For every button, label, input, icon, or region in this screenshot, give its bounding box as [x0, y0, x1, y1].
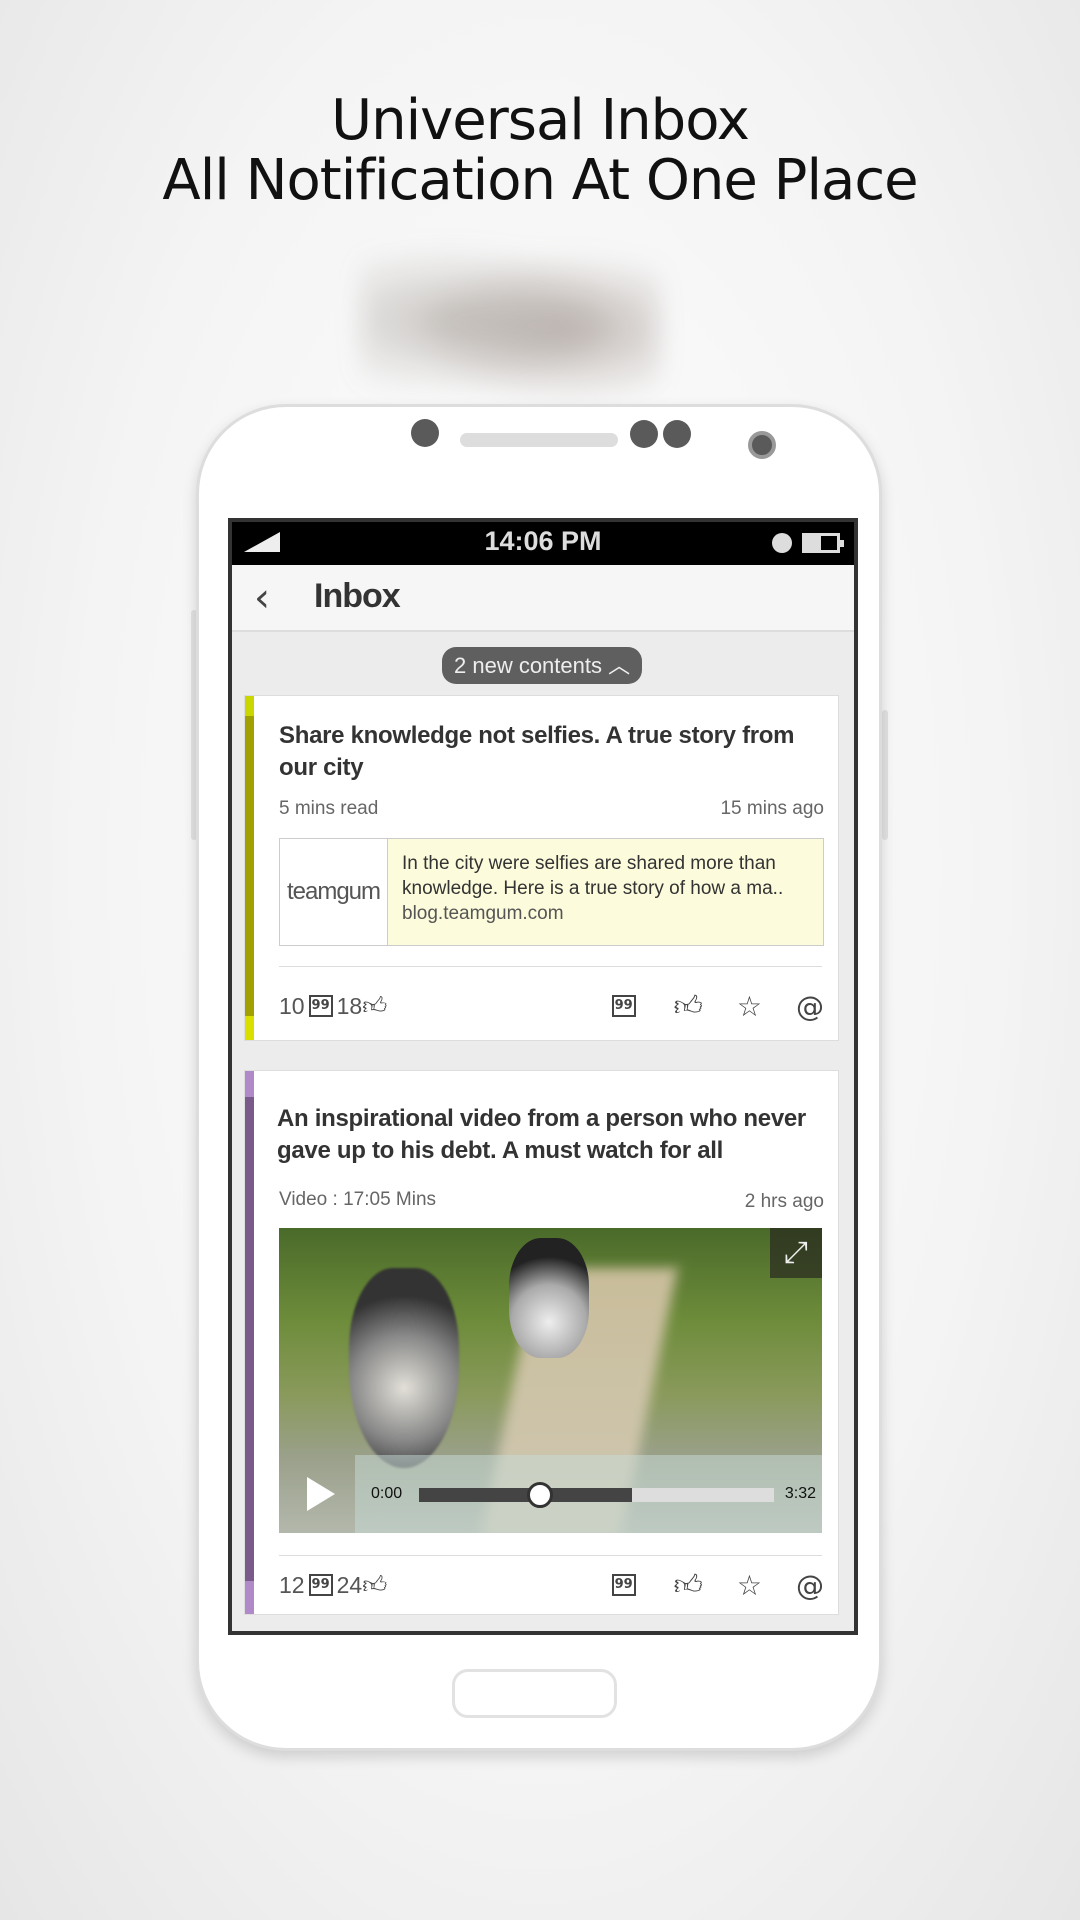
- card-accent: [245, 696, 254, 1040]
- video-duration: Video : 17:05 Mins: [279, 1189, 437, 1210]
- new-contents-label: 2 new contents: [454, 653, 602, 678]
- status-bar: 14:06 PM: [232, 522, 854, 565]
- page-title: Inbox: [314, 577, 401, 615]
- chevron-left-icon[interactable]: ‹: [254, 575, 270, 621]
- sensor-dot: [630, 420, 658, 448]
- seek-thumb[interactable]: [526, 1482, 553, 1508]
- comment-button[interactable]: 99: [611, 1574, 636, 1596]
- teamgum-logo: teamgum: [280, 839, 388, 945]
- progress-fill: [419, 1488, 632, 1502]
- current-time: 0:00: [371, 1485, 403, 1502]
- star-button[interactable]: ☆: [737, 1569, 762, 1602]
- comment-count: 12: [279, 1571, 305, 1598]
- video-frame: [349, 1268, 459, 1468]
- thumbs-up-icon: 👍︎: [362, 1570, 388, 1599]
- link-domain: blog.teamgum.com: [402, 903, 564, 924]
- list-item[interactable]: An inspirational video from a person who…: [244, 1070, 839, 1615]
- link-description: In the city were selfies are shared more…: [402, 853, 784, 899]
- fullscreen-icon[interactable]: ⤢: [770, 1228, 822, 1278]
- new-contents-button[interactable]: 2 new contents ︿: [442, 647, 643, 684]
- comment-count: 10: [279, 992, 305, 1019]
- card-accent: [245, 1071, 254, 1614]
- play-icon: [307, 1477, 335, 1511]
- link-preview[interactable]: teamgum In the city were selfies are sha…: [279, 838, 824, 946]
- headline-line1: Universal Inbox: [331, 88, 750, 153]
- sensor-dot: [411, 419, 439, 447]
- star-button[interactable]: ☆: [737, 990, 762, 1023]
- status-time: 14:06 PM: [484, 526, 602, 556]
- mention-button[interactable]: @: [796, 990, 824, 1023]
- chevron-up-icon: ︿: [608, 654, 631, 679]
- divider: [279, 1555, 822, 1556]
- like-button[interactable]: 👍︎: [674, 1568, 703, 1602]
- phone-side-button: [882, 710, 888, 840]
- card-title[interactable]: Share knowledge not selfies. A true stor…: [279, 720, 818, 784]
- read-time: 5 mins read: [279, 798, 379, 819]
- video-player[interactable]: ⤢ 0:00 3:32: [279, 1228, 822, 1533]
- play-button[interactable]: [279, 1455, 355, 1533]
- home-button[interactable]: [452, 1669, 617, 1718]
- sensor-dot: [663, 420, 691, 448]
- quote-bubble-icon: 99: [308, 1574, 333, 1596]
- like-count: 18: [336, 992, 363, 1019]
- background-blur: [360, 230, 660, 410]
- battery-icon: [802, 533, 844, 553]
- like-count: 24: [336, 1571, 363, 1598]
- timestamp: 2 hrs ago: [744, 1191, 824, 1212]
- comment-button[interactable]: 99: [611, 995, 636, 1017]
- alarm-icon: [772, 533, 792, 553]
- list-item[interactable]: Share knowledge not selfies. A true stor…: [244, 695, 839, 1041]
- like-button[interactable]: 👍︎: [674, 989, 703, 1023]
- screen: 14:06 PM ‹ Inbox 2 new contents ︿ Share …: [228, 518, 858, 1635]
- phone-speaker: [460, 433, 618, 447]
- seek-bar[interactable]: [419, 1482, 774, 1508]
- thumbs-up-icon: 👍︎: [362, 991, 388, 1020]
- quote-bubble-icon: 99: [308, 995, 333, 1017]
- headline-line2: All Notification At One Place: [162, 148, 918, 213]
- card-title[interactable]: An inspirational video from a person who…: [277, 1103, 818, 1167]
- mention-button[interactable]: @: [796, 1569, 824, 1602]
- timestamp: 15 mins ago: [720, 798, 824, 819]
- divider: [279, 966, 822, 967]
- video-frame: [509, 1238, 589, 1358]
- app-bar: ‹ Inbox: [232, 565, 854, 632]
- total-time: 3:32: [784, 1485, 816, 1502]
- front-camera: [748, 431, 776, 459]
